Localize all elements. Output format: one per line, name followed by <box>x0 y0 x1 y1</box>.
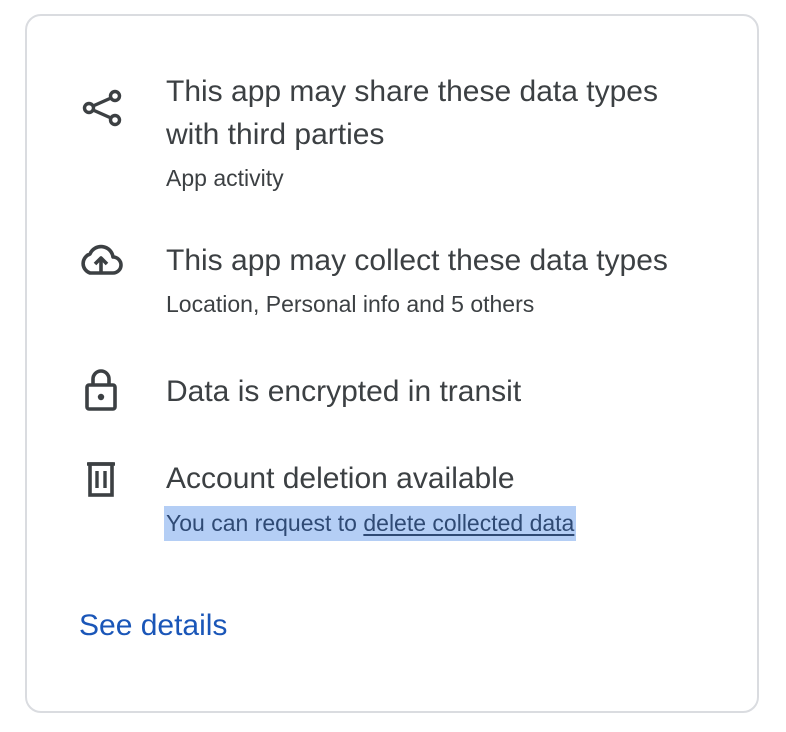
data-sharing-subtitle: App activity <box>166 165 284 191</box>
deletion-title: Account deletion available <box>166 462 515 495</box>
data-sharing-title: This app may share these data types with… <box>166 75 658 151</box>
data-collection-text: This app may collect these data types Lo… <box>166 239 717 320</box>
see-details-link[interactable]: See details <box>79 606 227 646</box>
encryption-title: Data is encrypted in transit <box>166 375 522 408</box>
deletion-subtitle-prefix: You can request to <box>166 510 364 536</box>
cloud-upload-icon <box>77 237 125 285</box>
data-safety-card: This app may share these data types with… <box>25 14 759 713</box>
lock-icon <box>77 366 125 414</box>
deletion-text: Account deletion available You can reque… <box>164 457 717 541</box>
data-collection-title: This app may collect these data types <box>166 244 668 277</box>
data-sharing-text: This app may share these data types with… <box>166 70 717 194</box>
encryption-text: Data is encrypted in transit <box>166 370 717 413</box>
share-icon <box>77 84 125 132</box>
trash-icon <box>77 455 125 503</box>
delete-collected-data-link[interactable]: delete collected data <box>363 510 574 536</box>
deletion-subtitle: You can request to delete collected data <box>164 506 577 541</box>
data-collection-subtitle: Location, Personal info and 5 others <box>166 291 535 317</box>
